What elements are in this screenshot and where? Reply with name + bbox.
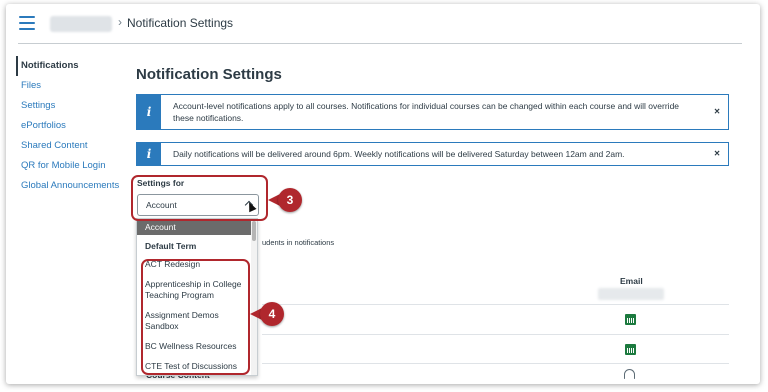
account-nav: Notifications Files Settings ePortfolios… xyxy=(16,56,126,196)
breadcrumb-redacted[interactable] xyxy=(50,16,112,32)
dropdown-scrollbar[interactable] xyxy=(251,219,257,375)
close-icon[interactable]: × xyxy=(714,107,720,118)
calendar-icon[interactable] xyxy=(625,344,636,355)
alert-text: Daily notifications will be delivered ar… xyxy=(173,149,625,159)
breadcrumb-separator: › xyxy=(118,15,122,29)
row-divider xyxy=(262,334,729,335)
email-address-redacted xyxy=(598,288,664,300)
email-column-header: Email xyxy=(620,276,643,286)
callout-highlight-courses xyxy=(141,259,250,375)
header-divider xyxy=(18,43,742,44)
partial-option-text: udents in notifications xyxy=(262,238,335,247)
nav-item-notifications[interactable]: Notifications xyxy=(16,56,126,76)
calendar-icon[interactable] xyxy=(625,314,636,325)
window: › Notification Settings Notifications Fi… xyxy=(6,4,760,384)
bell-icon[interactable] xyxy=(624,369,635,379)
option-group-header: Default Term xyxy=(145,241,197,251)
nav-item-settings[interactable]: Settings xyxy=(16,96,126,116)
row-divider xyxy=(262,304,729,305)
callout-highlight-select xyxy=(131,175,268,221)
option-account[interactable]: Account xyxy=(137,219,257,235)
page-title: Notification Settings xyxy=(136,66,282,83)
callout-badge: 3 xyxy=(278,188,302,212)
close-icon[interactable]: × xyxy=(714,149,720,160)
nav-item-global-announcements[interactable]: Global Announcements xyxy=(16,176,126,196)
nav-item-qr-mobile-login[interactable]: QR for Mobile Login xyxy=(16,156,126,176)
info-icon: i xyxy=(137,95,161,129)
callout-badge: 4 xyxy=(260,302,284,326)
nav-item-eportfolios[interactable]: ePortfolios xyxy=(16,116,126,136)
scrollbar-thumb[interactable] xyxy=(252,221,256,241)
row-divider xyxy=(262,363,729,364)
breadcrumb-current: Notification Settings xyxy=(127,16,234,30)
info-icon: i xyxy=(137,143,161,165)
hamburger-menu-icon[interactable] xyxy=(19,16,35,30)
info-alert-account-level: i Account-level notifications apply to a… xyxy=(136,94,729,130)
info-alert-delivery-times: i Daily notifications will be delivered … xyxy=(136,142,729,166)
nav-item-shared-content[interactable]: Shared Content xyxy=(16,136,126,156)
alert-text: Account-level notifications apply to all… xyxy=(173,101,680,123)
top-bar: › Notification Settings xyxy=(6,4,760,44)
nav-item-files[interactable]: Files xyxy=(16,76,126,96)
